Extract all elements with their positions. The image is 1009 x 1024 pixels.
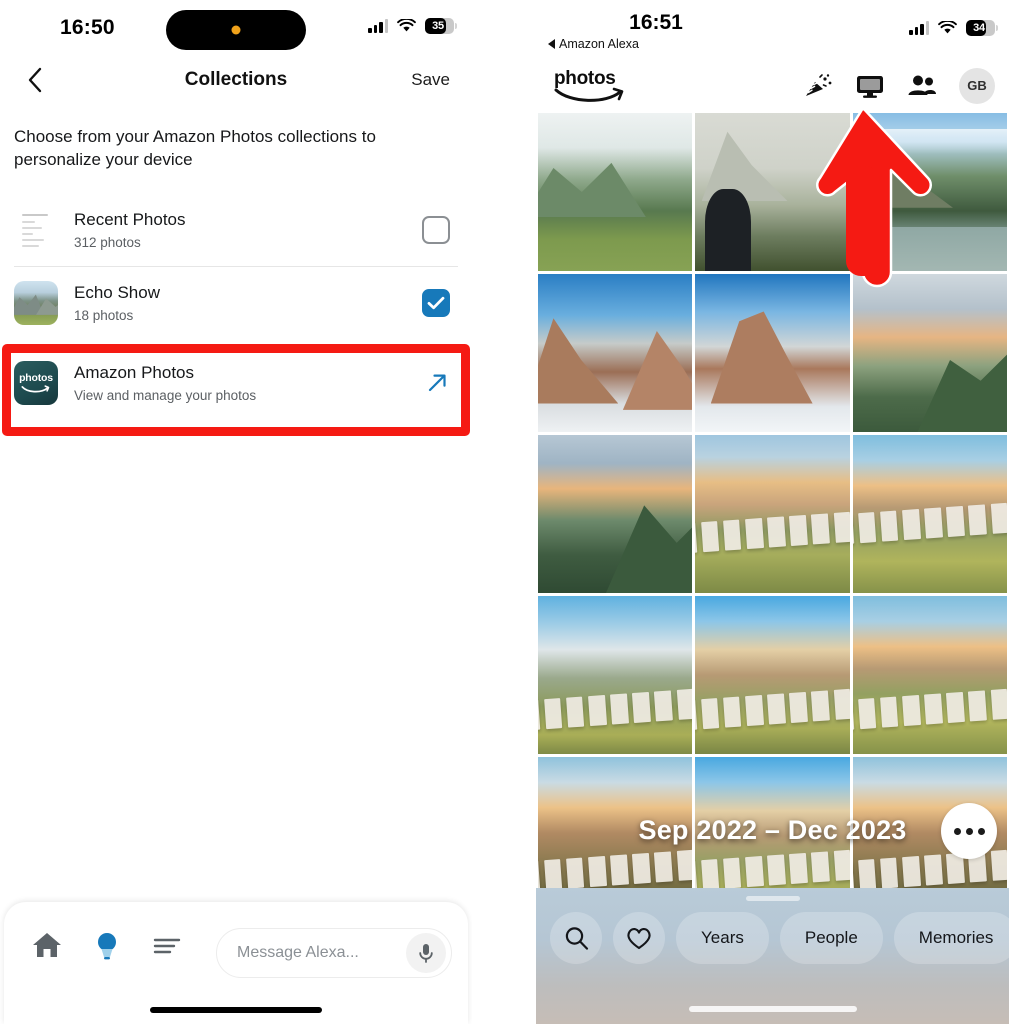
photos-app-header: photos GB — [536, 58, 1009, 113]
photo-grid — [536, 113, 1009, 888]
collection-text: Echo Show 18 photos — [74, 283, 422, 322]
battery-percent: 34 — [973, 22, 985, 34]
amazon-photos-logo: photos — [554, 68, 628, 103]
back-app-label: Amazon Alexa — [559, 37, 639, 51]
mountain-photo-thumbnail — [14, 280, 58, 325]
photo-tile[interactable] — [852, 596, 1007, 754]
dynamic-island — [166, 10, 306, 50]
status-indicators: 34 — [909, 20, 998, 36]
recording-indicator-dot — [231, 25, 241, 35]
collection-row-amazon-photos[interactable]: photos Amazon Photos View and manage you… — [0, 339, 472, 427]
filter-pill-years[interactable]: Years — [676, 912, 769, 964]
alexa-app-panel: 16:50 35 Collections Save Choose from yo… — [0, 0, 472, 1024]
display-icon[interactable] — [855, 73, 885, 99]
collection-text: Amazon Photos View and manage your photo… — [74, 363, 424, 402]
back-to-app-link[interactable]: Amazon Alexa — [548, 37, 639, 51]
message-alexa-input[interactable]: Message Alexa... — [216, 928, 452, 978]
more-options-icon — [953, 827, 961, 835]
filter-pill-people[interactable]: People — [779, 912, 883, 964]
photo-tile[interactable] — [852, 435, 1007, 593]
external-link-arrow-icon[interactable] — [424, 370, 450, 396]
battery-indicator: 34 — [966, 20, 998, 36]
amazon-photos-app-icon: photos — [14, 360, 58, 405]
screenshot-stage: 16:50 35 Collections Save Choose from yo… — [0, 0, 1009, 1024]
confetti-icon[interactable] — [803, 73, 833, 99]
lightbulb-icon[interactable] — [90, 928, 124, 962]
navigation-bar: Collections Save — [0, 52, 472, 107]
home-icon[interactable] — [30, 928, 64, 962]
amazon-smile-icon — [21, 385, 50, 393]
amazon-photos-panel: 16:51 Amazon Alexa 34 photos GB Sep 2022… — [536, 0, 1009, 1024]
checkmark-icon — [427, 296, 445, 310]
status-time: 16:51 — [629, 11, 683, 34]
chevron-left-icon — [28, 67, 42, 92]
avatar[interactable]: GB — [959, 67, 995, 104]
collection-subtitle: 18 photos — [74, 307, 134, 323]
list-lines-icon[interactable] — [150, 928, 184, 962]
photo-tile[interactable] — [538, 113, 693, 271]
back-triangle-icon — [548, 39, 555, 49]
intro-description: Choose from your Amazon Photos collectio… — [14, 127, 376, 170]
filter-pill-row: Years People Memories — [550, 912, 1009, 964]
input-placeholder: Message Alexa... — [237, 944, 359, 961]
search-button[interactable] — [550, 912, 602, 964]
people-icon[interactable] — [907, 73, 937, 99]
photo-tile[interactable] — [538, 435, 693, 593]
search-icon — [565, 926, 588, 950]
alexa-bottom-bar: Message Alexa... — [4, 902, 468, 1024]
microphone-button[interactable] — [406, 933, 446, 973]
photo-tile[interactable] — [538, 596, 693, 754]
collection-row-echo-show[interactable]: Echo Show 18 photos — [0, 267, 472, 339]
photo-tile[interactable] — [538, 757, 693, 888]
filter-pill-memories[interactable]: Memories — [893, 912, 1009, 964]
back-button[interactable] — [22, 67, 48, 93]
collection-title: Recent Photos — [74, 210, 186, 230]
app-icon-label: photos — [19, 371, 53, 384]
home-indicator — [688, 1006, 857, 1012]
document-lines-thumbnail — [14, 207, 58, 252]
cellular-signal-icon — [368, 19, 388, 33]
photo-tile[interactable] — [538, 274, 693, 432]
collection-subtitle: View and manage your photos — [74, 387, 257, 403]
photo-tile[interactable] — [695, 435, 850, 593]
favorites-button[interactable] — [613, 912, 665, 964]
status-time: 16:50 — [60, 16, 115, 39]
checkbox-echo-show[interactable] — [422, 288, 450, 317]
collections-list: Recent Photos 312 photos Echo Show 18 ph… — [0, 194, 472, 427]
heart-icon — [627, 928, 651, 950]
collection-title: Echo Show — [74, 283, 160, 303]
collection-subtitle: 312 photos — [74, 234, 141, 250]
collection-text: Recent Photos 312 photos — [74, 210, 422, 249]
collection-row-recent-photos[interactable]: Recent Photos 312 photos — [0, 194, 472, 266]
more-options-button[interactable] — [941, 803, 997, 859]
photo-tile[interactable] — [695, 274, 850, 432]
collection-title: Amazon Photos — [74, 363, 195, 383]
cellular-signal-icon — [909, 21, 929, 35]
battery-percent: 35 — [432, 20, 444, 32]
home-indicator — [150, 1007, 322, 1013]
sheet-drag-handle[interactable] — [745, 896, 800, 901]
checkbox-recent-photos[interactable] — [422, 215, 450, 244]
photo-tile[interactable] — [695, 757, 850, 888]
photo-tile[interactable] — [695, 113, 850, 271]
status-indicators: 35 — [368, 18, 457, 34]
page-title: Collections — [184, 68, 288, 90]
photos-bottom-sheet: Years People Memories — [536, 888, 1009, 1024]
save-button[interactable]: Save — [411, 70, 450, 90]
photo-tile[interactable] — [695, 596, 850, 754]
status-bar-right: 16:51 Amazon Alexa 34 — [536, 0, 1009, 58]
header-actions: GB — [803, 67, 995, 104]
wifi-icon — [397, 19, 416, 32]
microphone-icon — [419, 944, 433, 963]
photo-tile[interactable] — [852, 113, 1007, 271]
wifi-icon — [938, 21, 957, 34]
photo-tile[interactable] — [852, 274, 1007, 432]
battery-indicator: 35 — [425, 18, 457, 34]
status-bar-left: 16:50 35 — [0, 0, 472, 52]
